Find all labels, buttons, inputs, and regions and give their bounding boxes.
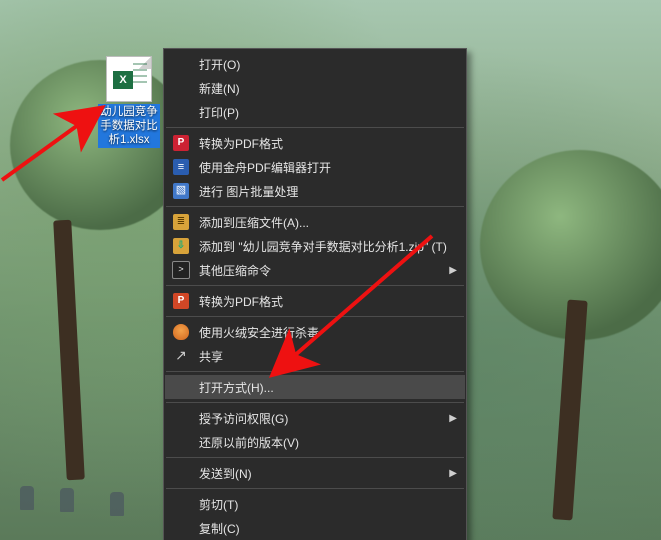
menu-share[interactable]: ↗ 共享 [165,344,465,368]
menu-label: 添加到压缩文件(A)... [199,214,457,231]
file-label: 幼儿园竞争手数据对比析1.xlsx [98,104,160,148]
desktop-file-xlsx[interactable]: X 幼儿园竞争手数据对比析1.xlsx [98,56,160,148]
menu-jinzhou-pdf-open[interactable]: 使用金舟PDF编辑器打开 [165,155,465,179]
menu-new[interactable]: 新建(N) [165,76,465,100]
menu-separator [166,285,464,286]
menu-send-to[interactable]: 发送到(N) ▶ [165,461,465,485]
menu-other-zip[interactable]: 其他压缩命令 ▶ [165,258,465,282]
menu-label: 转换为PDF格式 [199,135,457,152]
submenu-arrow-icon: ▶ [449,468,457,479]
menu-convert-pdf-2[interactable]: 转换为PDF格式 [165,289,465,313]
context-menu: 打开(O) 新建(N) 打印(P) 转换为PDF格式 使用金舟PDF编辑器打开 … [163,48,467,540]
menu-print[interactable]: 打印(P) [165,100,465,124]
shield-icon [171,323,191,341]
archive-add-icon [171,237,191,255]
excel-badge: X [113,71,133,89]
menu-batch-image[interactable]: 进行 图片批量处理 [165,179,465,203]
menu-label: 剪切(T) [199,496,457,513]
menu-restore-previous[interactable]: 还原以前的版本(V) [165,430,465,454]
menu-label: 打开方式(H)... [199,379,457,396]
terminal-icon [171,261,191,279]
menu-label: 发送到(N) [199,465,443,482]
menu-label: 转换为PDF格式 [199,293,457,310]
ppt-icon [171,292,191,310]
menu-copy[interactable]: 复制(C) [165,516,465,540]
menu-add-to-named-zip[interactable]: 添加到 "幼儿园竞争对手数据对比分析1.zip" (T) [165,234,465,258]
menu-label: 使用金舟PDF编辑器打开 [199,159,457,176]
menu-label: 打开(O) [199,56,457,73]
menu-label: 使用火绒安全进行杀毒 [199,324,457,341]
menu-separator [166,457,464,458]
share-icon: ↗ [171,347,191,365]
image-icon [171,182,191,200]
submenu-arrow-icon: ▶ [449,413,457,424]
menu-separator [166,371,464,372]
menu-open[interactable]: 打开(O) [165,52,465,76]
menu-huorong-scan[interactable]: 使用火绒安全进行杀毒 [165,320,465,344]
menu-separator [166,127,464,128]
menu-label: 还原以前的版本(V) [199,434,457,451]
menu-add-to-archive[interactable]: 添加到压缩文件(A)... [165,210,465,234]
menu-grant-access[interactable]: 授予访问权限(G) ▶ [165,406,465,430]
menu-open-with[interactable]: 打开方式(H)... [165,375,465,399]
menu-label: 其他压缩命令 [199,262,443,279]
archive-icon [171,213,191,231]
menu-label: 添加到 "幼儿园竞争对手数据对比分析1.zip" (T) [199,238,457,255]
menu-separator [166,316,464,317]
menu-label: 新建(N) [199,80,457,97]
menu-separator [166,488,464,489]
menu-label: 进行 图片批量处理 [199,183,457,200]
desktop-wallpaper: X 幼儿园竞争手数据对比析1.xlsx 打开(O) 新建(N) 打印(P) 转换… [0,0,661,540]
doc-icon [171,158,191,176]
menu-label: 打印(P) [199,104,457,121]
menu-convert-pdf[interactable]: 转换为PDF格式 [165,131,465,155]
menu-cut[interactable]: 剪切(T) [165,492,465,516]
excel-file-icon: X [106,56,152,102]
submenu-arrow-icon: ▶ [449,265,457,276]
menu-label: 授予访问权限(G) [199,410,443,427]
menu-label: 共享 [199,348,457,365]
menu-separator [166,402,464,403]
pdf-icon [171,134,191,152]
menu-separator [166,206,464,207]
menu-label: 复制(C) [199,520,457,537]
